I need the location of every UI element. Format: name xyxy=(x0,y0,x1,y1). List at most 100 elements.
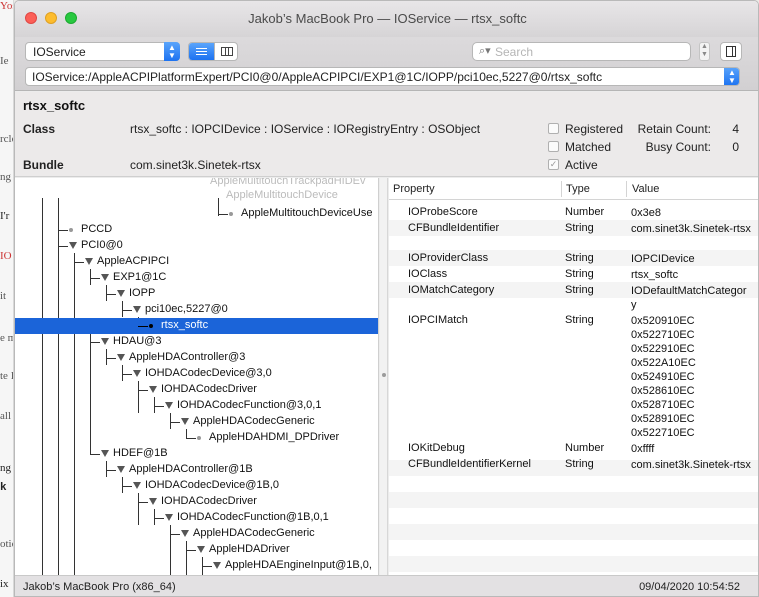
background-text: it xyxy=(0,290,7,302)
disclosure-triangle-icon[interactable] xyxy=(101,338,109,345)
popup-chevrons-icon: ▲ ▼ xyxy=(724,68,739,85)
tree-row[interactable]: AppleACPIPCI xyxy=(15,254,378,270)
tree-row[interactable]: IOHDACodecDriver xyxy=(15,494,378,510)
tree-row[interactable]: IOHDACodecFunction@1B,0,1 xyxy=(15,510,378,526)
tree-row[interactable]: IOHDACodecDevice@1B,0 xyxy=(15,478,378,494)
tree-row[interactable]: AppleHDAEngineInput@1B,0, xyxy=(15,558,378,574)
tree-row[interactable]: AppleHDAController@3 xyxy=(15,350,378,366)
tree-row[interactable]: IOHDACodecDriver xyxy=(15,382,378,398)
tree-view-button[interactable] xyxy=(189,43,214,60)
leaf-dot-icon xyxy=(149,324,153,328)
disclosure-triangle-icon[interactable] xyxy=(149,498,157,505)
tree-row[interactable]: PCCD xyxy=(15,222,378,238)
properties-table[interactable]: Property Type Value IOProbeScore Number … xyxy=(389,178,758,575)
tree-row[interactable]: IOPP xyxy=(15,286,378,302)
disclosure-triangle-icon[interactable] xyxy=(181,530,189,537)
disclosure-triangle-icon[interactable] xyxy=(165,514,173,521)
disclosure-triangle-icon[interactable] xyxy=(85,258,93,265)
leaf-dot-icon xyxy=(197,436,201,440)
tree-row[interactable]: EXP1@1C xyxy=(15,270,378,286)
background-text: ng xyxy=(0,171,11,183)
split-view-divider[interactable] xyxy=(380,178,388,575)
registry-path: IOService:/AppleACPIPlatformExpert/PCI0@… xyxy=(32,70,603,84)
tree-row[interactable]: HDAU@3 xyxy=(15,334,378,350)
disclosure-triangle-icon[interactable] xyxy=(133,482,141,489)
tree-row[interactable]: PCI0@0 xyxy=(15,238,378,254)
property-row[interactable]: IOProbeScore Number 0x3e8 xyxy=(389,204,758,220)
busy-count-label: Busy Count: xyxy=(645,140,711,154)
tree-row[interactable]: AppleHDAHDMI_DPDriver xyxy=(15,430,378,446)
plane-popup-value: IOService xyxy=(33,45,86,59)
sidebar-icon xyxy=(726,46,736,57)
column-view-button[interactable] xyxy=(214,43,237,60)
snapshot-timestamp: 09/04/2020 10:54:52 xyxy=(639,581,740,593)
tree-row[interactable]: AppleHDAController@1B xyxy=(15,462,378,478)
property-row[interactable]: IOClass String rtsx_softc xyxy=(389,266,758,282)
property-row[interactable]: IOMatchCategory String IODefaultMatchCat… xyxy=(389,282,758,312)
search-field[interactable]: ⌕▾ xyxy=(472,42,691,61)
disclosure-triangle-icon[interactable] xyxy=(101,450,109,457)
inspector-toggle-button[interactable] xyxy=(720,42,742,61)
active-label: Active xyxy=(565,158,598,172)
property-row[interactable]: IOProviderClass String IOPCIDevice xyxy=(389,250,758,266)
disclosure-triangle-icon[interactable] xyxy=(197,546,205,553)
background-text: te I xyxy=(0,370,14,382)
active-checkbox: ✓ xyxy=(548,159,559,170)
disclosure-triangle-icon[interactable] xyxy=(149,386,157,393)
disclosure-triangle-icon[interactable] xyxy=(101,274,109,281)
background-text: ng fi xyxy=(0,462,13,474)
status-bar: Jakob’s MacBook Pro (x86_64) 09/04/2020 … xyxy=(15,575,758,596)
disclosure-triangle-icon[interactable] xyxy=(117,466,125,473)
tree-row[interactable]: AppleMultitouchDevice xyxy=(15,188,378,204)
search-icon: ⌕▾ xyxy=(479,45,491,57)
tree-row-selected[interactable]: rtsx_softc xyxy=(15,318,378,334)
machine-name: Jakob’s MacBook Pro (x86_64) xyxy=(23,581,176,593)
property-row[interactable]: IOPCIMatch String 0x520910EC 0x522710EC … xyxy=(389,312,758,440)
disclosure-triangle-icon[interactable] xyxy=(165,402,173,409)
disclosure-triangle-icon[interactable] xyxy=(133,306,141,313)
background-text: IO xyxy=(0,250,12,262)
tree-row[interactable]: IOHDACodecDevice@3,0 xyxy=(15,366,378,382)
property-row[interactable]: CFBundleIdentifierKernel String com.sine… xyxy=(389,456,758,486)
tree-row[interactable]: AppleHDACodecGeneric xyxy=(15,414,378,430)
plane-popup[interactable]: IOService ▲ ▼ xyxy=(25,42,180,61)
ioregistry-explorer-window: Jakob’s MacBook Pro — IOService — rtsx_s… xyxy=(14,0,759,597)
view-mode-segmented-control[interactable] xyxy=(188,42,238,61)
background-text: e m xyxy=(0,332,13,344)
search-input[interactable] xyxy=(495,44,685,59)
disclosure-triangle-icon[interactable] xyxy=(213,562,221,569)
registry-path-popup[interactable]: IOService:/AppleACPIPlatformExpert/PCI0@… xyxy=(25,67,740,86)
column-header-property[interactable]: Property xyxy=(393,183,435,195)
background-text: ix xyxy=(0,578,9,590)
tree-row[interactable]: AppleMultitouchDeviceUse xyxy=(15,206,378,222)
properties-header: Property Type Value xyxy=(389,178,758,200)
background-text: Ie xyxy=(0,55,9,67)
registry-tree[interactable]: AppleMultitouchTrackpadHIDEv AppleMultit… xyxy=(15,178,379,575)
search-stepper[interactable]: ▲ ▼ xyxy=(699,42,710,61)
property-row[interactable]: CFBundleIdentifier String com.sinet3k.Si… xyxy=(389,220,758,250)
tree-row[interactable]: AppleHDADriver xyxy=(15,542,378,558)
tree-row[interactable]: IOHDACodecFunction@3,0,1 xyxy=(15,398,378,414)
leaf-dot-icon xyxy=(229,212,233,216)
disclosure-triangle-icon[interactable] xyxy=(69,242,77,249)
tree-row[interactable]: pci10ec,5227@0 xyxy=(15,302,378,318)
background-window: Yosemite Ie rclo ng I'r IO it e m te I a… xyxy=(0,0,14,597)
columns-icon xyxy=(221,47,233,56)
disclosure-triangle-icon[interactable] xyxy=(117,290,125,297)
background-text: Yosemite xyxy=(0,0,13,12)
object-details-panel: rtsx_softc Class rtsx_softc : IOPCIDevic… xyxy=(15,92,758,177)
tree-row[interactable]: AppleHDACodecGeneric xyxy=(15,526,378,542)
property-row[interactable]: IOKitDebug Number 0xffff xyxy=(389,440,758,456)
column-header-value[interactable]: Value xyxy=(632,183,659,195)
popup-chevrons-icon: ▲ ▼ xyxy=(164,42,180,61)
column-header-type[interactable]: Type xyxy=(566,183,590,195)
disclosure-triangle-icon[interactable] xyxy=(133,370,141,377)
title-bar[interactable]: Jakob’s MacBook Pro — IOService — rtsx_s… xyxy=(15,1,758,37)
bundle-value: com.sinet3k.Sinetek-rtsx xyxy=(130,158,261,172)
background-text: I'r xyxy=(0,210,10,222)
disclosure-triangle-icon[interactable] xyxy=(117,354,125,361)
retain-count-value: 4 xyxy=(732,122,739,136)
tree-row[interactable]: HDEF@1B xyxy=(15,446,378,462)
background-text: rclo xyxy=(0,133,13,145)
disclosure-triangle-icon[interactable] xyxy=(181,418,189,425)
